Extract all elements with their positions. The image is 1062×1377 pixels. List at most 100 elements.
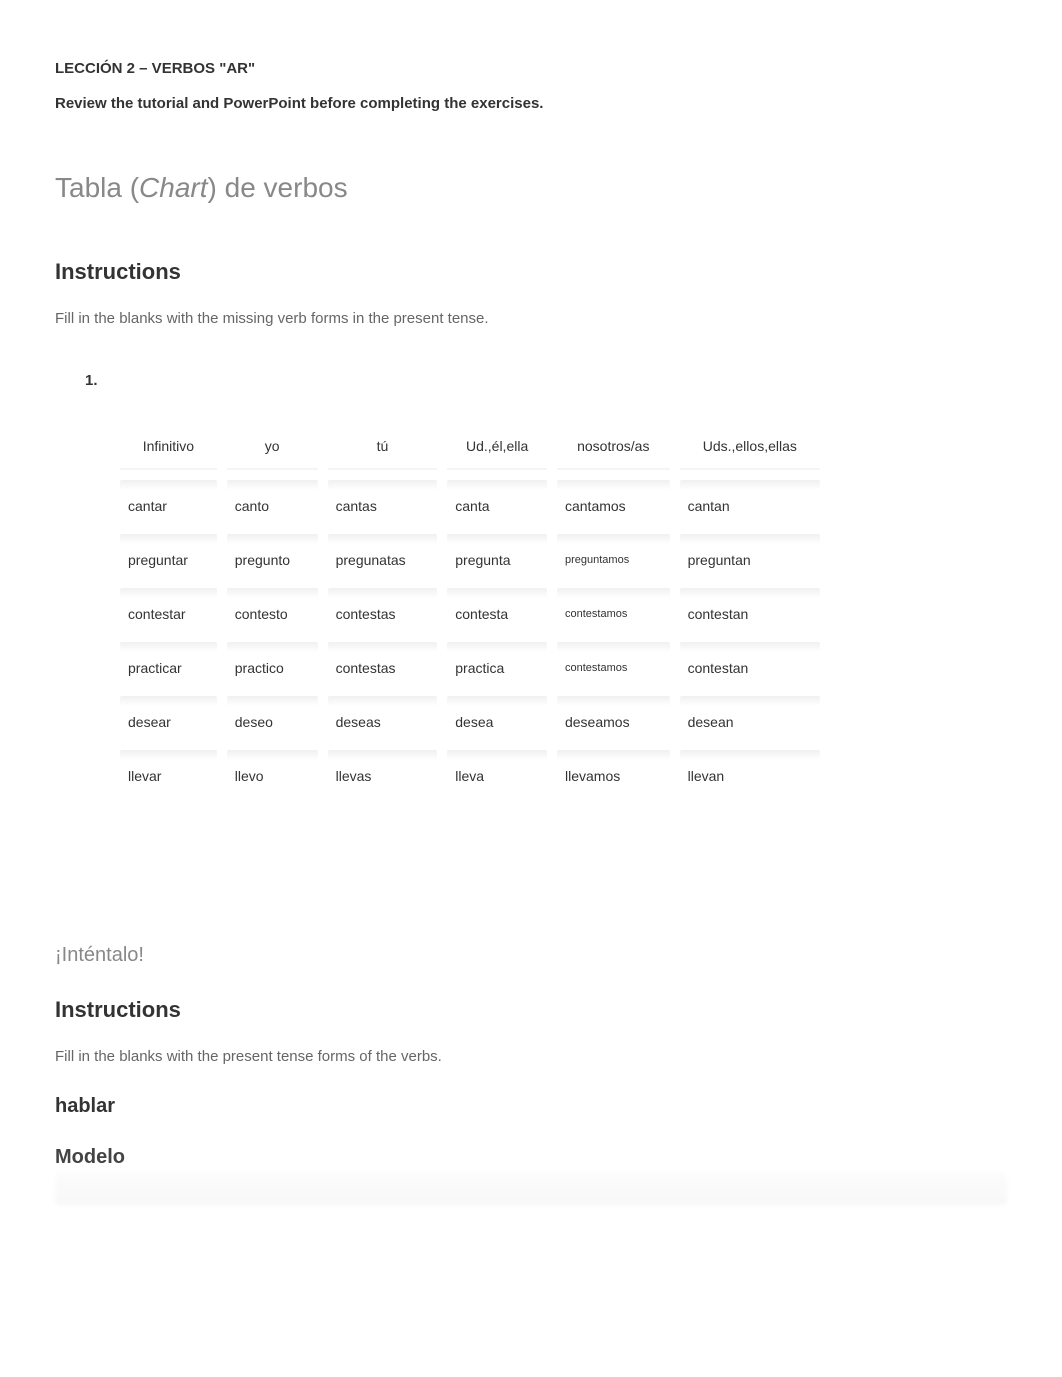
table-cell: pregunto bbox=[227, 534, 318, 578]
cell-shade bbox=[227, 480, 318, 490]
cell-shade bbox=[120, 588, 217, 598]
verb-table: InfinitivoyotúUd.,él,ellanosotros/asUds.… bbox=[110, 414, 830, 804]
table-cell: llevas bbox=[328, 750, 438, 794]
table-row: llevarllevollevasllevallevamosllevan bbox=[120, 750, 820, 794]
table-cell: contestamos bbox=[557, 642, 670, 686]
cell-value: cantan bbox=[688, 498, 730, 514]
cell-shade bbox=[227, 696, 318, 706]
cell-value: preguntan bbox=[688, 552, 751, 568]
table-cell: contestas bbox=[328, 588, 438, 632]
cell-value: cantar bbox=[128, 498, 167, 514]
cell-value: llevamos bbox=[565, 768, 620, 784]
cell-value: practicar bbox=[128, 660, 182, 676]
column-header: tú bbox=[328, 424, 438, 470]
cell-value: contestas bbox=[336, 660, 396, 676]
question-number: 1. bbox=[85, 372, 1007, 389]
table-cell: cantar bbox=[120, 480, 217, 524]
cell-value: contesto bbox=[235, 606, 288, 622]
table-row: cantar canto cantas cantacantamos cantan bbox=[120, 480, 820, 524]
table-cell: preguntan bbox=[680, 534, 820, 578]
table-cell: lleva bbox=[447, 750, 547, 794]
table-row: preguntarpreguntopregunataspreguntapregu… bbox=[120, 534, 820, 578]
cell-shade bbox=[680, 534, 820, 544]
cell-shade bbox=[557, 588, 670, 598]
cell-shade bbox=[120, 696, 217, 706]
table-cell: contestamos bbox=[557, 588, 670, 632]
cell-value: practico bbox=[235, 660, 284, 676]
cell-shade bbox=[227, 750, 318, 760]
cell-value: llevo bbox=[235, 768, 264, 784]
table-cell: preguntar bbox=[120, 534, 217, 578]
column-header: yo bbox=[227, 424, 318, 470]
cell-value: deseo bbox=[235, 714, 273, 730]
table-cell: practicar bbox=[120, 642, 217, 686]
table-cell: deseas bbox=[328, 696, 438, 740]
instructions2-inner: Fill in the blanks with the present tens… bbox=[55, 1048, 442, 1065]
table-cell: contestan bbox=[680, 642, 820, 686]
cell-shade bbox=[557, 534, 670, 544]
table-cell: llevamos bbox=[557, 750, 670, 794]
table-cell: desean bbox=[680, 696, 820, 740]
cell-shade bbox=[120, 480, 217, 490]
cell-shade bbox=[447, 534, 547, 544]
table-cell: cantamos bbox=[557, 480, 670, 524]
table-cell: canta bbox=[447, 480, 547, 524]
table-row: deseardeseodeseasdeseadeseamosdesean bbox=[120, 696, 820, 740]
table-cell: preguntamos bbox=[557, 534, 670, 578]
table-cell: contesta bbox=[447, 588, 547, 632]
review-instruction: Review the tutorial and PowerPoint befor… bbox=[55, 95, 1007, 112]
cell-shade bbox=[328, 750, 438, 760]
cell-value: practica bbox=[455, 660, 504, 676]
cell-shade bbox=[447, 696, 547, 706]
cell-value: deseas bbox=[336, 714, 381, 730]
table-cell: contesto bbox=[227, 588, 318, 632]
cell-value: pregunta bbox=[455, 552, 510, 568]
cell-value: preguntar bbox=[128, 552, 188, 568]
try-title: ¡Inténtalo! bbox=[55, 944, 1007, 967]
table-cell: canto bbox=[227, 480, 318, 524]
cell-value: lleva bbox=[455, 768, 484, 784]
cell-value: pregunto bbox=[235, 552, 290, 568]
verb-chart: InfinitivoyotúUd.,él,ellanosotros/asUds.… bbox=[110, 414, 830, 804]
cell-value: contestamos bbox=[565, 608, 627, 620]
table-header-row: InfinitivoyotúUd.,él,ellanosotros/asUds.… bbox=[120, 424, 820, 470]
cell-shade bbox=[120, 642, 217, 652]
cell-shade bbox=[557, 642, 670, 652]
title-italic: Chart bbox=[139, 172, 207, 203]
cell-shade bbox=[680, 642, 820, 652]
instructions2-text: Fill in the blanks with the present tens… bbox=[55, 1048, 1007, 1065]
redaction-overlay bbox=[395, 328, 505, 342]
table-cell: deseo bbox=[227, 696, 318, 740]
cell-shade bbox=[557, 480, 670, 490]
table-cell: cantas bbox=[328, 480, 438, 524]
table-cell: llevan bbox=[680, 750, 820, 794]
bottom-redaction bbox=[55, 1173, 1007, 1205]
cell-value: desea bbox=[455, 714, 493, 730]
instructions-inner: Fill in the blanks with the missing verb… bbox=[55, 310, 489, 327]
table-cell: contestan bbox=[680, 588, 820, 632]
column-header: Ud.,él,ella bbox=[447, 424, 547, 470]
instructions-heading: Instructions bbox=[55, 259, 1007, 285]
cell-shade bbox=[447, 750, 547, 760]
column-header: Infinitivo bbox=[120, 424, 217, 470]
spacer bbox=[55, 804, 1007, 944]
cell-shade bbox=[120, 750, 217, 760]
table-cell: practica bbox=[447, 642, 547, 686]
cell-value: desear bbox=[128, 714, 171, 730]
cell-shade bbox=[680, 696, 820, 706]
cell-value: preguntamos bbox=[565, 554, 629, 566]
cell-shade bbox=[328, 696, 438, 706]
cell-shade bbox=[447, 588, 547, 598]
cell-shade bbox=[557, 696, 670, 706]
cell-shade bbox=[328, 588, 438, 598]
cell-value: cantas bbox=[336, 498, 377, 514]
cell-shade bbox=[328, 480, 438, 490]
table-row: contestarcontestocontestascontestacontes… bbox=[120, 588, 820, 632]
cell-value: contestamos bbox=[565, 662, 627, 674]
cell-shade bbox=[557, 750, 670, 760]
table-cell: pregunta bbox=[447, 534, 547, 578]
cell-shade bbox=[227, 588, 318, 598]
cell-value: llevan bbox=[688, 768, 725, 784]
column-header: Uds.,ellos,ellas bbox=[680, 424, 820, 470]
cell-shade bbox=[447, 642, 547, 652]
